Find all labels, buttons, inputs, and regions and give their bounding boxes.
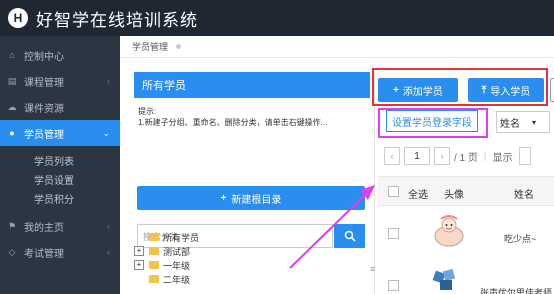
display-label: 显示: [492, 152, 513, 164]
more-toolbar-button[interactable]: [550, 78, 554, 102]
cloud-icon: ☁: [7, 101, 17, 112]
add-student-label: 添加学员: [402, 86, 443, 98]
row-checkbox[interactable]: [388, 280, 399, 291]
pager: ‹ 1 › / 1 页 | 显示: [384, 146, 535, 166]
top-bar: H 好智学在线培训系统: [0, 0, 554, 36]
tree-node[interactable]: 二年级: [134, 272, 199, 286]
sidebar-item-label: 学员管理: [24, 129, 64, 141]
chevron-left-icon: ‹: [107, 221, 110, 231]
sidebar-item-label: 控制中心: [24, 51, 64, 63]
sidebar-item-label: 课程管理: [24, 77, 64, 89]
users-icon: ●: [9, 128, 15, 138]
group-search-button[interactable]: [334, 224, 365, 248]
caret-down-icon: ▾: [532, 117, 537, 127]
logo-icon: H: [8, 8, 28, 28]
tips-text: 1.新建子分组、重命名、删除分类，请单击右键操作...: [138, 118, 328, 127]
sidebar-item-label: 我的主页: [24, 222, 64, 234]
group-tree: 所有学员 + 测试部 + 一年级 二年级: [134, 230, 199, 286]
sidebar-subitem-student-list[interactable]: 学员列表: [0, 151, 120, 170]
main-content: 学员管理 所有学员 提示: 1.新建子分组、重命名、删除分类，请单击右键操作..…: [120, 36, 554, 294]
sidebar-item-my-home[interactable]: ⚑ 我的主页 ‹: [0, 213, 120, 239]
field-select-value: 姓名: [500, 118, 520, 130]
select-all-checkbox[interactable]: [388, 186, 399, 197]
plus-icon: +: [393, 84, 399, 96]
row-checkbox[interactable]: [388, 228, 399, 239]
app-title: 好智学在线培训系统: [36, 10, 198, 30]
header-avatar: 头像: [444, 190, 464, 201]
home-icon: ⌂: [9, 50, 15, 60]
chevron-left-icon: ‹: [107, 247, 110, 257]
tips-title: 提示:: [138, 107, 157, 116]
tag-icon: ◇: [8, 246, 16, 257]
expand-icon[interactable]: +: [134, 260, 144, 270]
add-student-button[interactable]: + 添加学员: [378, 78, 458, 102]
folder-icon: [149, 247, 159, 255]
group-panel-title: 所有学员: [134, 72, 370, 98]
header-name: 姓名: [514, 190, 534, 201]
chevron-left-icon: ‹: [107, 76, 110, 86]
folder-icon: [149, 233, 159, 241]
row-name: 吃少点~: [504, 234, 537, 244]
tree-node-label: 所有学员: [163, 232, 200, 243]
sidebar-item-label: 课件资源: [24, 103, 64, 115]
folder-icon: [149, 275, 159, 283]
sidebar-subitem-student-points[interactable]: 学员积分: [0, 189, 120, 208]
breadcrumb-current[interactable]: 学员管理: [132, 40, 168, 53]
sidebar-item-label: 考试管理: [24, 248, 64, 260]
new-root-label: 新建根目录: [231, 194, 282, 206]
sidebar-item-exams[interactable]: ◇ 考试管理 ‹: [0, 239, 120, 265]
plus-icon: +: [220, 192, 227, 204]
flag-icon: ⚑: [7, 220, 17, 231]
header-select-all: 全选: [408, 190, 428, 201]
splitter-handle-icon[interactable]: ≡: [370, 264, 375, 274]
login-fields-button[interactable]: 设置学员登录字段: [386, 110, 478, 132]
upload-icon: ⤒: [481, 84, 487, 96]
row-name: 张声优尔思佳老师: [480, 288, 553, 294]
prev-page-icon[interactable]: ‹: [384, 147, 400, 165]
avatar: [434, 215, 464, 247]
import-students-label: 导入学员: [490, 86, 531, 98]
search-icon: [344, 230, 356, 242]
next-page-icon[interactable]: ›: [434, 147, 450, 165]
expand-icon[interactable]: +: [134, 246, 144, 256]
sidebar-item-students[interactable]: ● 学员管理 ⌄: [0, 120, 120, 146]
table-header: 全选 头像 姓名: [378, 176, 554, 206]
tips: 提示: 1.新建子分组、重命名、删除分类，请单击右键操作...: [134, 98, 370, 128]
sidebar: ⌂ 控制中心 ▤ 课程管理 ‹ ☁ 课件资源 ● 学员管理 ⌄ 学员列表 学员设…: [0, 36, 120, 294]
new-root-button[interactable]: + 新建根目录: [137, 186, 365, 210]
sidebar-item-dashboard[interactable]: ⌂ 控制中心: [0, 42, 120, 68]
folder-icon: [149, 261, 159, 269]
page-size-select[interactable]: [518, 147, 531, 165]
field-select[interactable]: 姓名 ▾: [496, 111, 550, 133]
tree-node-label: 一年级: [163, 260, 191, 271]
chevron-down-icon: ⌄: [102, 127, 110, 138]
sidebar-item-courses[interactable]: ▤ 课程管理 ‹: [0, 68, 120, 94]
tree-node[interactable]: + 一年级: [134, 258, 199, 272]
tree-node[interactable]: + 测试部: [134, 244, 199, 258]
tree-node-label: 二年级: [163, 274, 191, 285]
page-input[interactable]: 1: [404, 147, 430, 165]
tree-node[interactable]: 所有学员: [134, 230, 199, 244]
import-students-button[interactable]: ⤒ 导入学员: [468, 78, 544, 102]
breadcrumb-dot-icon: [176, 44, 182, 49]
tree-node-label: 测试部: [163, 246, 191, 257]
sidebar-subitem-student-settings[interactable]: 学员设置: [0, 170, 120, 189]
book-icon: ▤: [7, 75, 17, 86]
breadcrumb: 学员管理: [120, 36, 554, 58]
page-total: / 1 页: [454, 152, 478, 164]
avatar: [432, 268, 456, 290]
sidebar-item-resources[interactable]: ☁ 课件资源: [0, 94, 120, 120]
